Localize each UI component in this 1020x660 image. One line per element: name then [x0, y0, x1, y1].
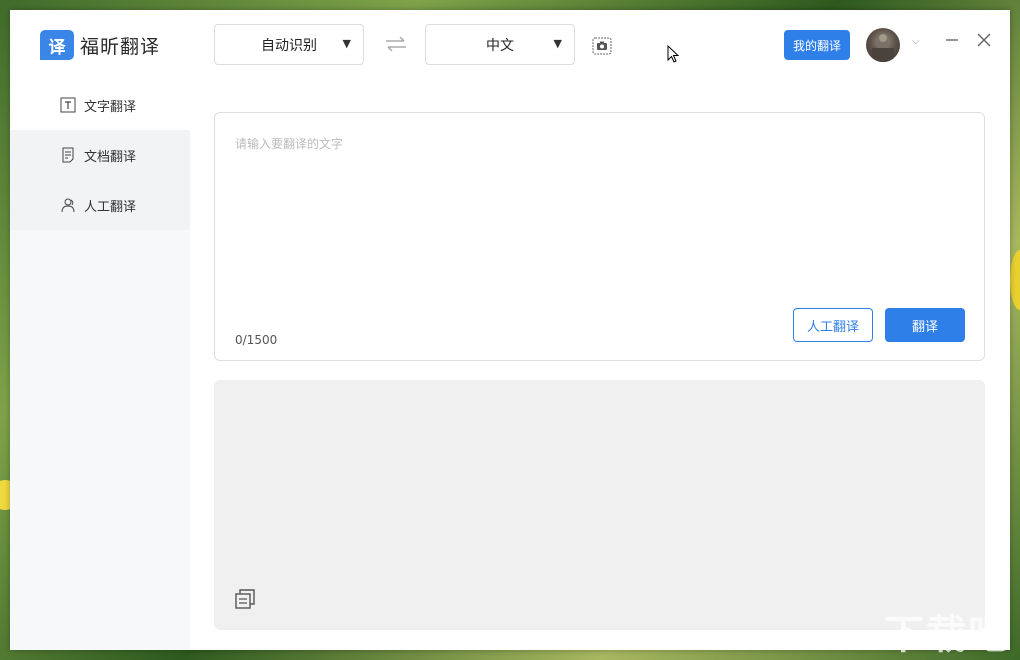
sidebar-item-human-translate[interactable]: 人工翻译 [10, 180, 190, 230]
mouse-cursor-icon [667, 45, 680, 63]
sidebar-item-document-translate[interactable]: 文档翻译 [10, 130, 190, 180]
char-count: 0/1500 [235, 333, 278, 347]
copy-icon[interactable] [234, 588, 256, 610]
logo-icon: 译 [40, 30, 74, 60]
source-text-input[interactable] [235, 135, 955, 285]
sidebar-item-label: 文档翻译 [84, 149, 137, 165]
background-decoration [1010, 250, 1020, 310]
close-icon[interactable] [976, 32, 992, 48]
document-icon [62, 147, 74, 163]
my-translations-button[interactable]: 我的翻译 [784, 30, 850, 60]
app-logo: 译 福昕翻译 [40, 30, 160, 60]
sidebar-item-label: 人工翻译 [84, 199, 137, 215]
target-language-select[interactable]: 中文 ▼ [425, 24, 575, 65]
dropdown-arrow-icon: ▼ [342, 37, 351, 50]
text-icon [60, 97, 76, 113]
source-language-value: 自动识别 [261, 37, 317, 54]
screenshot-camera-icon[interactable] [592, 37, 612, 55]
avatar[interactable] [866, 28, 900, 62]
sidebar-item-label: 文字翻译 [84, 99, 137, 115]
output-panel [214, 380, 985, 630]
source-language-select[interactable]: 自动识别 ▼ [214, 24, 364, 65]
human-translate-button[interactable]: 人工翻译 [793, 308, 873, 342]
watermark-logo: 下载吧 [884, 612, 1010, 658]
minimize-icon[interactable] [944, 32, 960, 48]
dropdown-arrow-icon: ▼ [553, 37, 562, 50]
app-window: 译 福昕翻译 自动识别 ▼ 中文 ▼ 我的翻译 ⌵ 文字翻译 文档翻译 人工翻译… [10, 10, 1010, 650]
input-panel: 0/1500 人工翻译 翻译 [214, 112, 985, 361]
sidebar: 文字翻译 文档翻译 人工翻译 [10, 80, 190, 650]
target-language-value: 中文 [486, 37, 514, 54]
title-bar: 译 福昕翻译 自动识别 ▼ 中文 ▼ 我的翻译 ⌵ [10, 10, 1010, 80]
sidebar-item-text-translate[interactable]: 文字翻译 [10, 80, 190, 130]
swap-languages-icon[interactable] [384, 35, 408, 53]
chevron-down-icon[interactable]: ⌵ [912, 36, 920, 47]
human-icon [61, 198, 75, 213]
translate-button[interactable]: 翻译 [885, 308, 965, 342]
app-name: 福昕翻译 [80, 35, 161, 58]
